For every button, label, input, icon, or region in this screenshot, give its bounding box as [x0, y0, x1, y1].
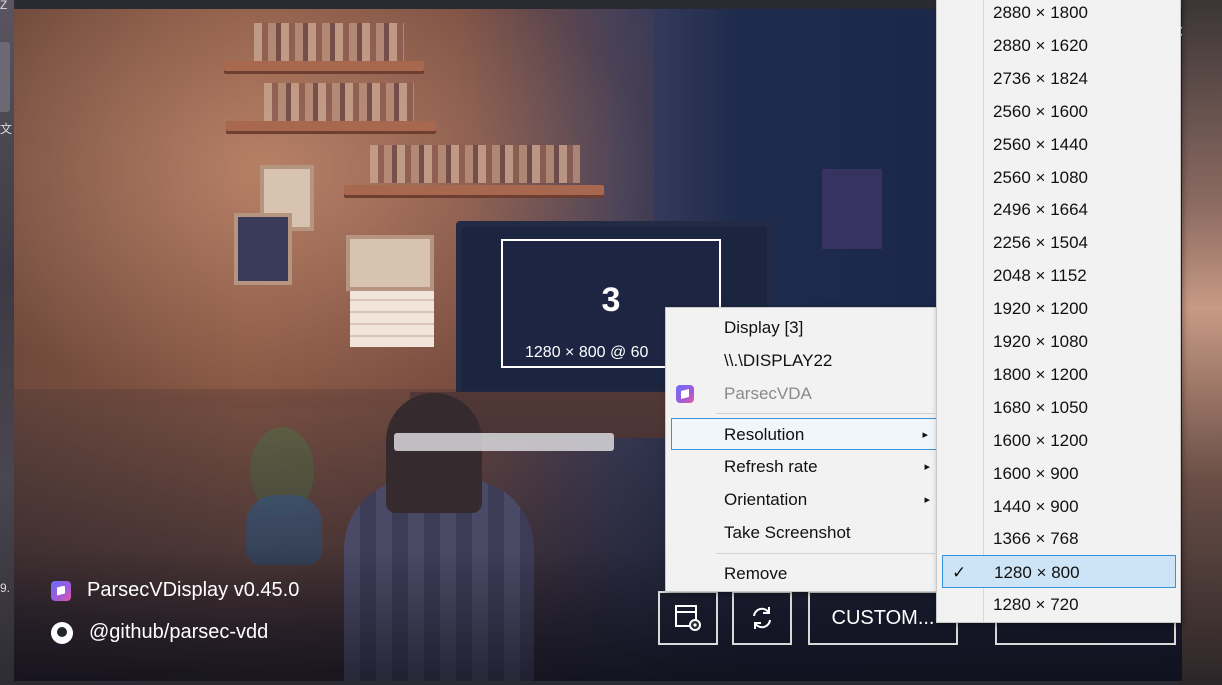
display-resolution: 1280 × 800 @ 60	[525, 344, 649, 361]
resolution-option[interactable]: 2048 × 1152	[937, 259, 1180, 292]
resolution-option-label: 1920 × 1200	[993, 299, 1089, 319]
resolution-option-label: 1600 × 1200	[993, 430, 1089, 450]
background-keyboard	[394, 433, 614, 451]
menu-item-device-path[interactable]: \\.\DISPLAY22	[666, 345, 938, 377]
resolution-option[interactable]: 1800 × 1200	[937, 358, 1180, 391]
wall-frame	[346, 235, 434, 291]
menu-item-refresh-rate[interactable]: Refresh rate ▸	[666, 451, 938, 483]
resolution-option-label: 2880 × 1620	[993, 35, 1089, 55]
resolution-option[interactable]: 1680 × 1050	[937, 391, 1180, 424]
resolution-option-label: 2560 × 1080	[993, 167, 1089, 187]
desktop-glyph-top: Z	[0, 0, 8, 12]
parsec-vda-icon	[676, 385, 694, 403]
menu-separator	[716, 413, 935, 414]
books	[370, 145, 580, 183]
brand-row: ParsecVDisplay v0.45.0	[51, 579, 299, 602]
resolution-option[interactable]: 2560 × 1080	[937, 161, 1180, 194]
resolution-option[interactable]: 1920 × 1200	[937, 292, 1180, 325]
resolution-option-label: 1366 × 768	[993, 529, 1079, 549]
desktop-tile	[0, 42, 10, 112]
resolution-option[interactable]: 1920 × 1080	[937, 325, 1180, 358]
resolution-option-label: 1680 × 1050	[993, 397, 1089, 417]
books	[264, 83, 414, 121]
resolution-option[interactable]: 2880 × 1620	[937, 29, 1180, 62]
resolution-option-label: 1920 × 1080	[993, 332, 1089, 351]
desktop-glyph-bottom: 9.	[0, 581, 11, 595]
menu-item-refresh-rate-label: Refresh rate	[724, 457, 818, 476]
menu-item-take-screenshot[interactable]: Take Screenshot	[666, 517, 938, 549]
desktop-glyph-mid: 文	[0, 122, 13, 136]
checkmark-icon: ✓	[952, 563, 967, 583]
resolution-option[interactable]: 2880 × 1800	[937, 0, 1180, 29]
menu-item-orientation[interactable]: Orientation ▸	[666, 484, 938, 516]
github-row[interactable]: @github/parsec-vdd	[51, 621, 268, 644]
display-context-menu: Display [3] \\.\DISPLAY22 ParsecVDA Reso…	[665, 307, 939, 592]
submenu-arrow-icon: ▸	[924, 461, 930, 473]
resolution-option-selected[interactable]: ✓ 1280 × 800	[942, 555, 1176, 589]
resolution-option[interactable]: 2736 × 1824	[937, 62, 1180, 95]
menu-separator	[716, 553, 935, 554]
resolution-option[interactable]: 1600 × 900	[937, 457, 1180, 490]
submenu-arrow-icon: ▸	[924, 494, 930, 506]
resolution-submenu: 2880 × 1800 2880 × 1620 2736 × 1824 2560 × …	[936, 0, 1181, 623]
wall-poster	[234, 213, 292, 285]
menu-item-resolution-label: Resolution	[724, 425, 805, 444]
resolution-option-label: 2736 × 1824	[993, 68, 1089, 88]
github-icon	[51, 621, 73, 644]
github-link[interactable]: @github/parsec-vdd	[89, 621, 268, 644]
wall-calendar	[350, 291, 434, 347]
app-version: ParsecVDisplay v0.45.0	[87, 579, 300, 601]
refresh-icon	[753, 607, 771, 629]
shelf	[224, 61, 424, 71]
resolution-option-label: 2048 × 1152	[993, 266, 1087, 286]
refresh-button[interactable]	[732, 591, 792, 645]
menu-item-adapter-label: ParsecVDA	[724, 384, 812, 403]
display-settings-button[interactable]	[658, 591, 718, 645]
shelf	[344, 185, 604, 195]
resolution-option[interactable]: 2560 × 1440	[937, 128, 1180, 161]
resolution-option[interactable]: 1280 × 720	[937, 588, 1180, 621]
window-settings-icon	[675, 605, 701, 631]
resolution-option-label: 2256 × 1504	[993, 233, 1089, 253]
background-poster-right	[822, 169, 882, 249]
resolution-option[interactable]: 2496 × 1664	[937, 193, 1180, 226]
parsec-logo-icon	[51, 580, 71, 601]
resolution-option[interactable]: 2560 × 1600	[937, 95, 1180, 128]
menu-item-orientation-label: Orientation	[724, 490, 808, 509]
books	[254, 23, 404, 61]
resolution-option-label: 1440 × 900	[993, 496, 1079, 516]
resolution-option[interactable]: 1600 × 1200	[937, 424, 1180, 457]
resolution-option-label: 2880 × 1800	[993, 3, 1089, 22]
menu-item-adapter: ParsecVDA	[666, 378, 938, 410]
resolution-option-label: 2560 × 1440	[993, 134, 1089, 154]
resolution-option-label: 2560 × 1600	[993, 101, 1089, 121]
desktop-right-edge	[1178, 0, 1222, 685]
resolution-option-label: 1600 × 900	[993, 463, 1079, 483]
resolution-option[interactable]: 2256 × 1504	[937, 226, 1180, 259]
shelf	[226, 121, 436, 131]
resolution-option-label: 1800 × 1200	[993, 364, 1089, 384]
background-person-head	[386, 393, 482, 513]
menu-item-display[interactable]: Display [3]	[666, 312, 938, 344]
resolution-option-label: 2496 × 1664	[993, 200, 1089, 220]
resolution-option[interactable]: 1440 × 900	[937, 490, 1180, 523]
resolution-option-label: 1280 × 720	[993, 595, 1079, 615]
submenu-arrow-icon: ▸	[922, 429, 928, 441]
resolution-option[interactable]: 1366 × 768	[937, 522, 1180, 555]
desktop-left-edge: Z 文 9.	[0, 0, 14, 685]
menu-item-remove[interactable]: Remove	[666, 558, 938, 590]
resolution-option-label: 1280 × 800	[994, 563, 1080, 583]
menu-item-resolution[interactable]: Resolution ▸	[671, 418, 937, 450]
